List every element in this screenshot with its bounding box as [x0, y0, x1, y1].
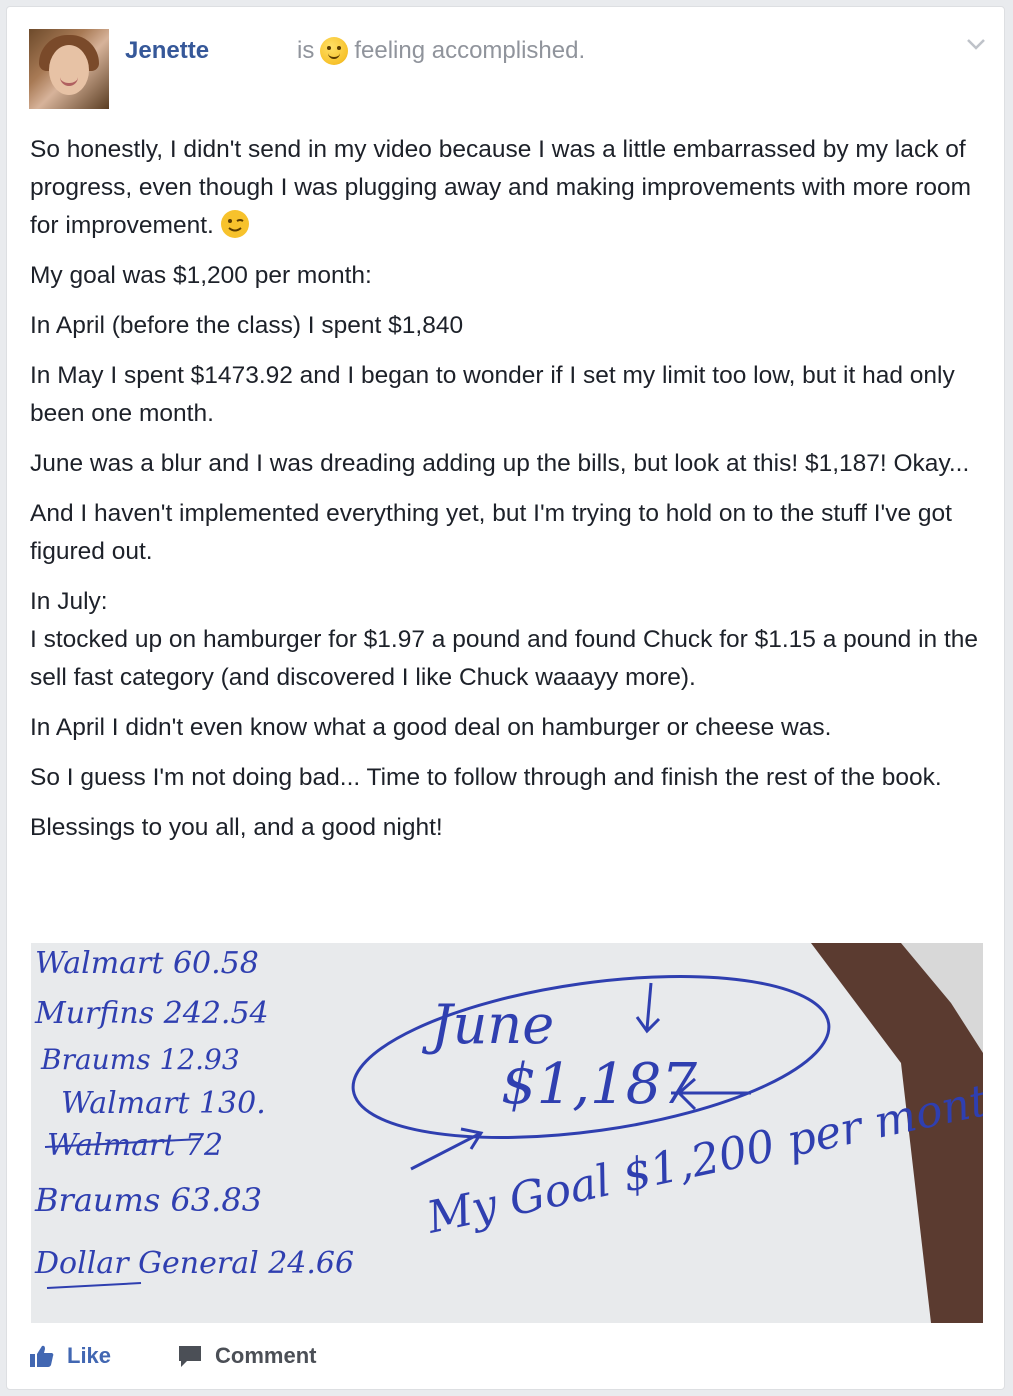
photo-line-1: Walmart 60.58: [35, 946, 259, 981]
comment-button[interactable]: Comment: [177, 1343, 316, 1369]
feeling-prefix: is: [297, 37, 315, 64]
avatar-face: [49, 45, 89, 95]
post-paragraph: In July: I stocked up on hamburger for $…: [30, 588, 979, 691]
post-paragraph: And I haven't implemented everything yet…: [30, 500, 952, 565]
photo-line-3: Braums 12.93: [40, 1043, 240, 1076]
feeling-status: is feeling accomplished.: [297, 37, 585, 65]
post-paragraph: So honestly, I didn't send in my video b…: [30, 136, 972, 239]
photo-line-2: Murfins 242.54: [34, 996, 269, 1031]
speech-bubble-icon: [179, 1346, 202, 1367]
post-paragraph: In May I spent $1473.92 and I began to w…: [30, 362, 955, 427]
like-button[interactable]: Like: [29, 1343, 111, 1369]
wink-emoji-icon: [220, 210, 249, 238]
post-body: So honestly, I didn't send in my video b…: [30, 131, 985, 859]
smirk-emoji-icon: [320, 37, 349, 65]
comment-label: Comment: [215, 1343, 317, 1368]
post-card: Jenette is feeling accomplished. So hone…: [6, 6, 1005, 1390]
photo-june-amount: $1,187: [501, 1052, 697, 1117]
handwritten-receipt-photo: Walmart 60.58 Murfins 242.54 Braums 12.9…: [31, 943, 983, 1323]
post-paragraph: In April I didn't even know what a good …: [30, 714, 832, 741]
photo-line-7: Dollar General 24.66: [34, 1246, 354, 1281]
chevron-down-icon[interactable]: [966, 37, 985, 51]
like-label: Like: [67, 1343, 112, 1368]
feeling-text[interactable]: feeling accomplished.: [354, 37, 585, 65]
photo-line-4: Walmart 130.: [61, 1086, 266, 1121]
photo-line-6: Braums 63.83: [34, 1181, 262, 1219]
author-name-link[interactable]: Jenette: [125, 37, 209, 65]
post-paragraph: Blessings to you all, and a good night!: [30, 814, 443, 841]
post-paragraph: June was a blur and I was dreading addin…: [30, 450, 970, 477]
photo-june-label: June: [421, 993, 554, 1056]
post-paragraph: So I guess I'm not doing bad... Time to …: [30, 764, 942, 791]
thumbs-up-icon: [30, 1345, 54, 1367]
author-avatar[interactable]: [29, 29, 109, 109]
post-paragraph: In April (before the class) I spent $1,8…: [30, 312, 464, 339]
post-actions: Like Comment: [29, 1343, 316, 1369]
post-paragraph: My goal was $1,200 per month:: [30, 262, 372, 289]
post-photo[interactable]: Walmart 60.58 Murfins 242.54 Braums 12.9…: [31, 943, 983, 1323]
